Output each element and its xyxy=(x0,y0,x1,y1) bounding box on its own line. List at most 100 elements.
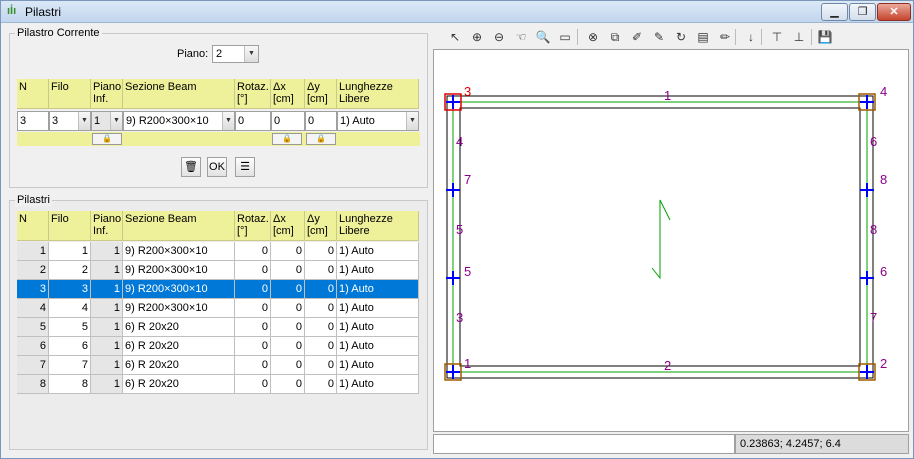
redraw-icon[interactable]: ⧉ xyxy=(605,27,625,47)
current-hdr-sezione[interactable]: Sezione Beam xyxy=(123,79,235,109)
piano-select[interactable]: 2 ▼ xyxy=(212,45,259,63)
table-cell[interactable]: 0 xyxy=(305,261,337,280)
current-hdr-rotaz[interactable]: Rotaz. [°] xyxy=(235,79,271,109)
table-cell[interactable]: 0 xyxy=(305,356,337,375)
list-hdr-dx[interactable]: Δx [cm] xyxy=(271,211,305,241)
table-cell[interactable]: 0 xyxy=(235,375,271,394)
delete-button[interactable]: 🗑 xyxy=(181,157,201,177)
list-hdr-sezione[interactable]: Sezione Beam xyxy=(123,211,235,241)
table-cell[interactable]: 1 xyxy=(91,318,123,337)
table-cell[interactable]: 1 xyxy=(91,375,123,394)
table-cell[interactable]: 8 xyxy=(17,375,49,394)
table-cell[interactable]: 0 xyxy=(305,318,337,337)
table-cell[interactable]: 1 xyxy=(91,242,123,261)
table-cell[interactable]: 1 xyxy=(17,242,49,261)
select-arrow-icon[interactable]: ↖ xyxy=(445,27,465,47)
table-cell[interactable]: 6) R 20x20 xyxy=(123,318,235,337)
chevron-down-icon[interactable]: ▼ xyxy=(244,46,258,62)
table-cell[interactable]: 1 xyxy=(91,337,123,356)
table-cell[interactable]: 6) R 20x20 xyxy=(123,356,235,375)
table-cell[interactable]: 1) Auto xyxy=(337,356,419,375)
table-cell[interactable]: 3 xyxy=(17,280,49,299)
table-cell[interactable]: 1) Auto xyxy=(337,280,419,299)
table-cell[interactable]: 1 xyxy=(91,280,123,299)
table-cell[interactable]: 0 xyxy=(305,337,337,356)
maximize-button[interactable]: ❐ xyxy=(849,3,876,21)
table-cell[interactable]: 6 xyxy=(49,337,91,356)
table-cell[interactable]: 0 xyxy=(271,356,305,375)
table-cell[interactable]: 0 xyxy=(305,299,337,318)
list-hdr-lunghezze[interactable]: Lunghezze Libere xyxy=(337,211,419,241)
chevron-down-icon[interactable]: ▼ xyxy=(222,112,234,130)
table-cell[interactable]: 0 xyxy=(305,242,337,261)
list-view-button[interactable]: ☰ xyxy=(235,157,255,177)
current-hdr-n[interactable]: N xyxy=(17,79,49,109)
table-cell[interactable]: 0 xyxy=(235,280,271,299)
table-cell[interactable]: 0 xyxy=(271,375,305,394)
table-cell[interactable]: 5 xyxy=(49,318,91,337)
lock-icon[interactable]: 🔒 xyxy=(306,133,336,145)
table-cell[interactable]: 0 xyxy=(271,280,305,299)
piano-inf-select[interactable]: 1 ▼ xyxy=(91,111,123,131)
chevron-down-icon[interactable]: ▼ xyxy=(406,112,418,130)
table-cell[interactable]: 6) R 20x20 xyxy=(123,337,235,356)
table-cell[interactable]: 1 xyxy=(91,261,123,280)
table-cell[interactable]: 2 xyxy=(17,261,49,280)
table-cell[interactable]: 5 xyxy=(17,318,49,337)
zoom-in-icon[interactable]: ⊕ xyxy=(467,27,487,47)
table-cell[interactable]: 0 xyxy=(271,261,305,280)
list-hdr-dy[interactable]: Δy [cm] xyxy=(305,211,337,241)
table-cell[interactable]: 1) Auto xyxy=(337,299,419,318)
delete-node-icon[interactable]: ⊥ xyxy=(789,27,809,47)
table-cell[interactable]: 0 xyxy=(271,242,305,261)
current-hdr-dy[interactable]: Δy [cm] xyxy=(305,79,337,109)
render-icon[interactable]: ▤ xyxy=(693,27,713,47)
current-hdr-piano-inf[interactable]: Piano Inf. xyxy=(91,79,123,109)
table-cell[interactable]: 1) Auto xyxy=(337,318,419,337)
table-cell[interactable]: 0 xyxy=(235,261,271,280)
paint-icon[interactable]: ✎ xyxy=(649,27,669,47)
table-cell[interactable]: 9) R200×300×10 xyxy=(123,280,235,299)
table-cell[interactable]: 0 xyxy=(271,299,305,318)
list-hdr-rotaz[interactable]: Rotaz. [°] xyxy=(235,211,271,241)
table-cell[interactable]: 1 xyxy=(91,299,123,318)
rotate-icon[interactable]: ↻ xyxy=(671,27,691,47)
table-cell[interactable]: 1) Auto xyxy=(337,375,419,394)
save-icon[interactable]: 💾 xyxy=(815,27,835,47)
table-cell[interactable]: 9) R200×300×10 xyxy=(123,242,235,261)
table-cell[interactable]: 4 xyxy=(49,299,91,318)
node-marker[interactable] xyxy=(446,183,460,197)
node-marker[interactable] xyxy=(446,271,460,285)
edit-icon[interactable]: ✏ xyxy=(715,27,735,47)
table-cell[interactable]: 0 xyxy=(235,356,271,375)
minimize-button[interactable]: ▁ xyxy=(821,3,848,21)
properties-icon[interactable]: ✐ xyxy=(627,27,647,47)
rotaz-input[interactable]: 0 xyxy=(235,111,271,131)
table-cell[interactable]: 7 xyxy=(49,356,91,375)
list-hdr-n[interactable]: N xyxy=(17,211,49,241)
table-cell[interactable]: 0 xyxy=(271,337,305,356)
zoom-out-icon[interactable]: ⊖ xyxy=(489,27,509,47)
dy-input[interactable]: 0 xyxy=(305,111,337,131)
node-marker[interactable] xyxy=(860,183,874,197)
insert-node-icon[interactable]: ⊤ xyxy=(767,27,787,47)
table-cell[interactable]: 0 xyxy=(235,318,271,337)
table-cell[interactable]: 2 xyxy=(49,261,91,280)
table-cell[interactable]: 9) R200×300×10 xyxy=(123,261,235,280)
chevron-down-icon[interactable]: ▼ xyxy=(78,112,90,130)
lunghezze-select[interactable]: 1) Auto ▼ xyxy=(337,111,419,131)
lock-icon[interactable]: 🔒 xyxy=(272,133,302,145)
table-cell[interactable]: 0 xyxy=(305,280,337,299)
table-cell[interactable]: 0 xyxy=(235,337,271,356)
drawing-canvas[interactable]: 3 4 1 2 7 8 5 6 1 2 4 6 5 8 3 7 xyxy=(433,49,909,432)
table-cell[interactable]: 4 xyxy=(17,299,49,318)
dx-input[interactable]: 0 xyxy=(271,111,305,131)
sezione-select[interactable]: 9) R200×300×10 ▼ xyxy=(123,111,235,131)
measure-ruler-icon[interactable]: ▭ xyxy=(555,27,575,47)
n-field[interactable]: 3 xyxy=(17,111,49,131)
table-cell[interactable]: 1) Auto xyxy=(337,261,419,280)
pan-hand-icon[interactable]: ☜ xyxy=(511,27,531,47)
table-cell[interactable]: 9) R200×300×10 xyxy=(123,299,235,318)
node-marker[interactable] xyxy=(860,271,874,285)
table-cell[interactable]: 7 xyxy=(17,356,49,375)
